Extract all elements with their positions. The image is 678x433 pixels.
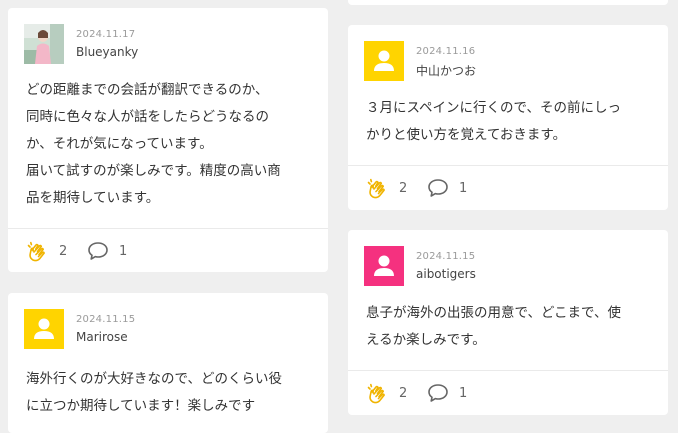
review-card: 2024.11.15 Marirose 海外行くのが大好きなので、どのくらい役 … — [8, 293, 328, 433]
review-line: か、それが気になっています。 — [26, 136, 213, 152]
review-line: ３月にスペインに行くので、その前にしっ — [366, 100, 622, 116]
clap-count: 2 — [399, 180, 408, 196]
previous-card-edge — [348, 0, 668, 5]
review-text: 海外行くのが大好きなので、どのくらい役 に立つか期待しています！楽しみです — [26, 366, 314, 420]
comment-button[interactable]: 1 — [86, 239, 127, 263]
review-date: 2024.11.15 — [76, 314, 136, 325]
comment-button[interactable]: 1 — [426, 176, 467, 200]
avatar[interactable] — [24, 309, 64, 349]
review-text: どの距離までの会話が翻訳できるのか、 同時に色々な人が話をしたらどうなるの か、… — [26, 77, 314, 212]
clap-button[interactable]: 2 — [366, 381, 407, 405]
divider — [8, 228, 328, 229]
review-card: 2024.11.17 Blueyanky どの距離までの会話が翻訳できるのか、 … — [8, 8, 328, 272]
clap-button[interactable]: 2 — [366, 176, 407, 200]
clap-count: 2 — [59, 243, 68, 259]
reviewer-name[interactable]: aibotigers — [416, 267, 476, 281]
reviewer-name[interactable]: Blueyanky — [76, 45, 138, 59]
review-date: 2024.11.17 — [76, 29, 136, 40]
review-line: 海外行くのが大好きなので、どのくらい役 — [26, 371, 282, 387]
default-user-icon — [34, 318, 54, 339]
clapping-hands-icon — [27, 241, 45, 262]
review-line: 届いて試すのが楽しみです。精度の高い商 — [26, 163, 281, 179]
avatar[interactable] — [24, 24, 64, 64]
clapping-hands-icon — [367, 383, 385, 404]
reviewer-name[interactable]: 中山かつお — [416, 62, 476, 79]
review-text: ３月にスペインに行くので、その前にしっ かりと使い方を覚えておきます。 — [366, 95, 654, 149]
review-card: 2024.11.16 中山かつお ３月にスペインに行くので、その前にしっ かりと… — [348, 25, 668, 210]
review-line: 品を期待しています。 — [26, 190, 160, 206]
comment-count: 1 — [459, 385, 468, 401]
divider — [348, 165, 668, 166]
review-line: 同時に色々な人が話をしたらどうなるの — [26, 109, 269, 125]
default-user-icon — [374, 50, 394, 71]
speech-bubble-icon — [88, 242, 108, 260]
comment-count: 1 — [119, 243, 128, 259]
speech-bubble-icon — [428, 384, 448, 402]
review-line: えるか楽しみです。 — [366, 332, 486, 348]
review-text: 息子が海外の出張の用意で、どこまで、使 えるか楽しみです。 — [366, 300, 654, 354]
review-line: どの距離までの会話が翻訳できるのか、 — [26, 82, 269, 98]
clap-button[interactable]: 2 — [26, 239, 67, 263]
review-line: かりと使い方を覚えておきます。 — [366, 127, 567, 143]
review-date: 2024.11.15 — [416, 251, 476, 262]
avatar[interactable] — [364, 246, 404, 286]
comment-button[interactable]: 1 — [426, 381, 467, 405]
speech-bubble-icon — [428, 179, 448, 197]
reviewer-name[interactable]: Marirose — [76, 330, 128, 344]
avatar[interactable] — [364, 41, 404, 81]
clap-count: 2 — [399, 385, 408, 401]
review-line: に立つか期待しています！楽しみです — [26, 398, 256, 414]
review-date: 2024.11.16 — [416, 46, 476, 57]
clapping-hands-icon — [367, 178, 385, 199]
comment-count: 1 — [459, 180, 468, 196]
review-card: 2024.11.15 aibotigers 息子が海外の出張の用意で、どこまで、… — [348, 230, 668, 415]
divider — [348, 370, 668, 371]
review-line: 息子が海外の出張の用意で、どこまで、使 — [366, 305, 622, 321]
default-user-icon — [374, 255, 394, 276]
